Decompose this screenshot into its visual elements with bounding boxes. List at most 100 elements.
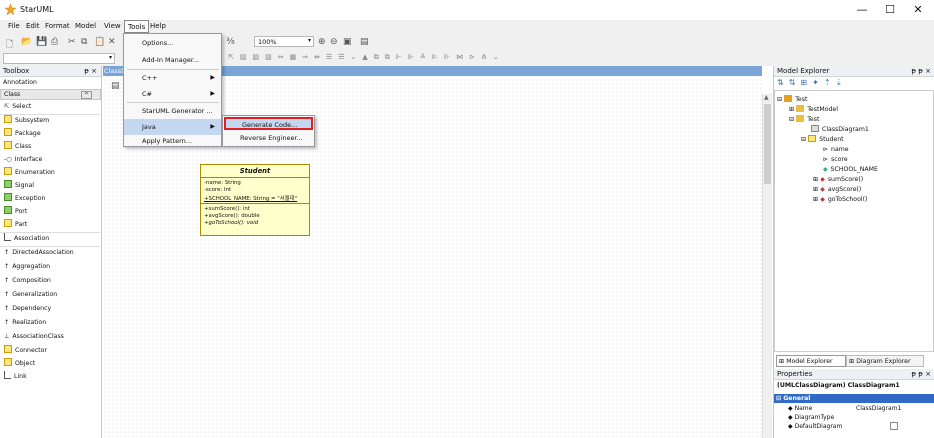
tool-label: Connector bbox=[15, 347, 47, 354]
tool-association[interactable]: Association bbox=[4, 233, 49, 245]
menu-reverse-engineer[interactable]: Reverse Engineer... bbox=[223, 131, 314, 145]
tool-directed-association[interactable]: ↑ DirectedAssociation bbox=[4, 247, 74, 259]
scrollbar-thumb[interactable] bbox=[764, 104, 771, 184]
tool-generalization[interactable]: ↑ Generalization bbox=[4, 289, 57, 301]
maximize-button[interactable]: ☐ bbox=[880, 3, 900, 17]
menu-file[interactable]: File bbox=[8, 22, 20, 30]
menu-java[interactable]: Java ▶ bbox=[124, 119, 221, 135]
tree-item-student[interactable]: ⊟ Student bbox=[801, 135, 844, 145]
section-annotation[interactable]: Annotation bbox=[3, 79, 37, 86]
close-button[interactable]: ✕ bbox=[908, 3, 928, 17]
tools-menu: Options... Add-In Manager... C++ ▶ C# ▶ St… bbox=[123, 33, 222, 147]
layout-icon[interactable]: ▤ bbox=[360, 37, 369, 47]
menu-edit[interactable]: Edit bbox=[26, 22, 40, 30]
zoom-out-icon[interactable]: ⊖ bbox=[330, 37, 338, 47]
tool-association-class[interactable]: ⊥ AssociationClass bbox=[4, 331, 64, 343]
zoom-in-icon[interactable]: ⊕ bbox=[318, 37, 326, 47]
property-name-value[interactable]: ClassDiagram1 bbox=[856, 404, 901, 413]
tree-item-school-name[interactable]: ◆ SCHOOL_NAME bbox=[823, 165, 878, 175]
zoom-combo[interactable]: 100% ▾ bbox=[254, 36, 314, 47]
tree-item-testmodel[interactable]: ⊞ TestModel bbox=[789, 105, 838, 115]
properties-header: Properties ᵽ ᵽ × bbox=[774, 369, 934, 380]
tab-diagram-explorer[interactable]: ⊞ Diagram Explorer bbox=[846, 355, 924, 367]
menu-tools[interactable]: Tools bbox=[124, 20, 150, 33]
menu-addin-manager[interactable]: Add-In Manager... bbox=[124, 52, 221, 68]
tool-composition[interactable]: ↑ Composition bbox=[4, 275, 51, 287]
copy-icon[interactable]: ⧉ bbox=[81, 37, 87, 47]
tree-label: goToSchool() bbox=[827, 196, 868, 203]
menu-cpp[interactable]: C++ ▶ bbox=[124, 70, 221, 86]
tool-exception[interactable]: Exception bbox=[4, 193, 45, 205]
open-icon[interactable]: 📂 bbox=[21, 37, 32, 47]
tool-aggregation[interactable]: ↑ Aggregation bbox=[4, 261, 50, 273]
prop-key: Name bbox=[794, 405, 813, 412]
tool-subsystem[interactable]: Subsystem bbox=[4, 115, 49, 127]
section-class[interactable]: Class ^ bbox=[0, 89, 101, 100]
properties-group-general[interactable]: ⊟ General bbox=[774, 394, 934, 403]
tool-enumeration[interactable]: Enumeration bbox=[4, 167, 55, 179]
tool-part[interactable]: Part bbox=[4, 219, 27, 231]
tool-label: Enumeration bbox=[15, 169, 55, 176]
tree-item-project[interactable]: ⊟ Test bbox=[777, 95, 807, 105]
attribute-name: -name: String bbox=[204, 180, 241, 186]
menu-format[interactable]: Format bbox=[45, 22, 70, 30]
tree-item-avgscore[interactable]: ⊞ ◆ avgScore() bbox=[813, 185, 861, 195]
model-tree[interactable]: ⊟ Test ⊞ TestModel ⊟ Test ClassDiagram1 ⊟ St… bbox=[774, 90, 934, 352]
vertical-scrollbar[interactable]: ▲ bbox=[762, 94, 772, 438]
attribute-icon: ⊳ bbox=[823, 146, 829, 153]
class-name: Student bbox=[201, 165, 309, 178]
menu-apply-pattern[interactable]: Apply Pattern... bbox=[124, 134, 221, 148]
collapse-icon[interactable]: ^ bbox=[80, 91, 92, 99]
toolbox-pin-close[interactable]: ᵽ × bbox=[84, 66, 97, 76]
print-icon[interactable]: ⎙ bbox=[51, 37, 58, 47]
tool-class[interactable]: Class bbox=[4, 141, 31, 153]
tool-object[interactable]: Object bbox=[4, 358, 35, 370]
tool-label: Part bbox=[15, 221, 28, 228]
tree-item-score[interactable]: ⊳ score bbox=[823, 155, 848, 165]
explorer-toolbar[interactable]: ⇅⇅⊞✦⇡⇣ bbox=[777, 78, 847, 87]
menu-view[interactable]: View bbox=[104, 22, 121, 30]
panel-pin-close[interactable]: ᵽ ᵽ × bbox=[911, 369, 931, 379]
diagram-explorer-icon: ⊞ bbox=[849, 358, 855, 365]
tree-label: sumScore() bbox=[827, 176, 864, 183]
tool-dependency[interactable]: ↑ Dependency bbox=[4, 303, 51, 315]
delete-icon[interactable]: ✕ bbox=[108, 37, 116, 47]
tool-link[interactable]: Link bbox=[4, 371, 27, 383]
tree-item-sumscore[interactable]: ⊞ ◆ sumScore() bbox=[813, 175, 863, 185]
tree-item-test[interactable]: ⊟ Test bbox=[789, 115, 819, 125]
menu-csharp[interactable]: C# ▶ bbox=[124, 86, 221, 102]
save-icon[interactable]: 💾 bbox=[36, 37, 47, 47]
element-combo[interactable]: ▾ bbox=[3, 53, 115, 64]
tool-realization[interactable]: ↑ Realization bbox=[4, 317, 46, 329]
tool-label: Aggregation bbox=[12, 263, 51, 270]
paste-icon[interactable]: 📋 bbox=[94, 37, 105, 47]
tree-item-gotoschool[interactable]: ⊞ ◆ goToSchool() bbox=[813, 195, 867, 205]
tree-item-classdiagram[interactable]: ClassDiagram1 bbox=[811, 125, 869, 135]
menu-model[interactable]: Model bbox=[75, 22, 96, 30]
cut-icon[interactable]: ✂ bbox=[68, 37, 76, 47]
panel-pin-close[interactable]: ᵽ ᵽ × bbox=[911, 66, 931, 76]
tab-model-explorer[interactable]: ⊞ Model Explorer bbox=[776, 355, 846, 367]
class-student[interactable]: Student -name: String -score: Int +SCHOO… bbox=[200, 164, 310, 236]
new-icon[interactable]: 🗋 bbox=[6, 37, 13, 53]
tool-interface[interactable]: -○ Interface bbox=[4, 154, 42, 166]
property-name-key: ◆ Name bbox=[788, 404, 812, 413]
minimize-button[interactable]: — bbox=[852, 3, 872, 17]
zoom-window-icon[interactable]: ▣ bbox=[343, 37, 352, 47]
tree-item-name[interactable]: ⊳ name bbox=[823, 145, 849, 155]
menu-generate-code[interactable]: Generate Code... bbox=[224, 117, 313, 130]
section-class-label: Class bbox=[4, 91, 21, 98]
alignment-icons[interactable]: ⇱▨▨▨⇔▦⇒⇹☰☰⌄▲⧉⧉⊩⊪≙⊫⊪⋈⊳⋔⌄ bbox=[228, 53, 505, 62]
scroll-up-icon[interactable]: ▲ bbox=[764, 94, 769, 101]
tool-select[interactable]: ⇱ Select bbox=[4, 101, 31, 113]
defaultdiagram-checkbox[interactable] bbox=[890, 422, 898, 430]
tool-connector[interactable]: Connector bbox=[4, 345, 47, 357]
menu-help[interactable]: Help bbox=[150, 22, 166, 30]
menu-options[interactable]: Options... bbox=[124, 35, 221, 51]
tool-signal[interactable]: Signal bbox=[4, 180, 34, 192]
zoom-fit-icon[interactable]: ⅜ bbox=[226, 37, 235, 47]
menu-staruml-generator[interactable]: StarUML Generator ... bbox=[124, 103, 221, 119]
tool-package[interactable]: Package bbox=[4, 128, 41, 140]
pointer-icon: ⇱ bbox=[4, 103, 10, 110]
tool-port[interactable]: Port bbox=[4, 206, 27, 218]
